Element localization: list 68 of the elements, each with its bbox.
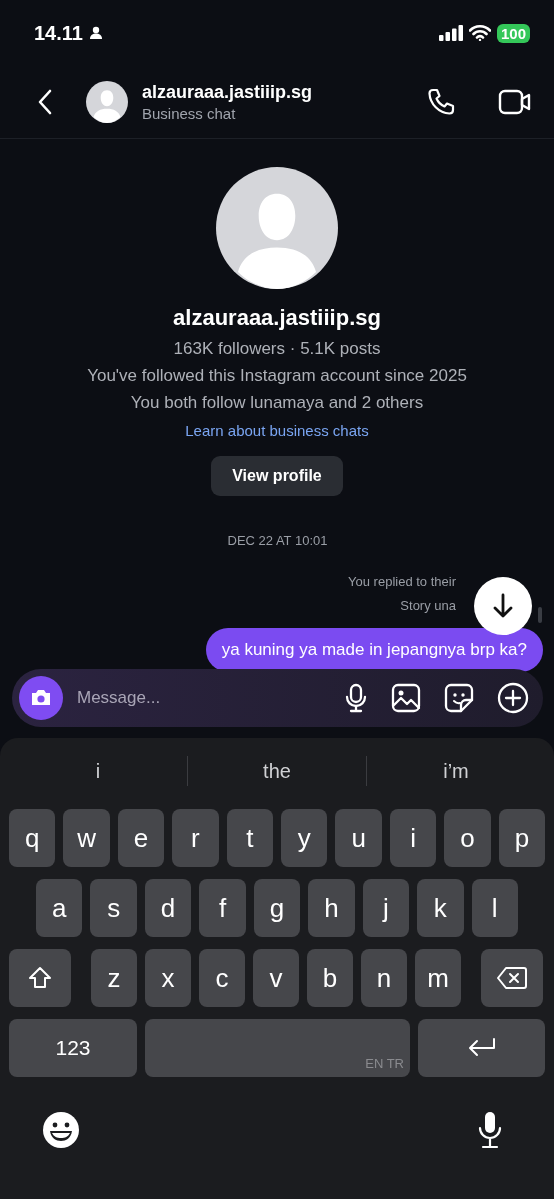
key[interactable]: c xyxy=(199,949,245,1007)
key[interactable]: s xyxy=(90,879,137,937)
key[interactable]: w xyxy=(63,809,110,867)
plus-icon[interactable] xyxy=(497,682,529,714)
camera-button[interactable] xyxy=(19,676,63,720)
message-field[interactable]: Message... xyxy=(75,687,321,709)
delete-key[interactable] xyxy=(481,949,543,1007)
key[interactable]: j xyxy=(362,879,410,937)
signal-icon xyxy=(438,25,463,41)
scrollbar[interactable] xyxy=(538,607,542,623)
battery-indicator: 100 xyxy=(496,23,530,43)
key[interactable]: d xyxy=(144,879,192,937)
key[interactable]: i xyxy=(389,809,437,867)
numbers-key[interactable]: 123 xyxy=(9,1019,137,1077)
message-bubble: ya kuning ya made in jepangnya brp ka? xyxy=(205,628,543,672)
suggestion[interactable]: i’m xyxy=(367,759,545,783)
key[interactable]: e xyxy=(117,809,165,867)
microphone-icon[interactable] xyxy=(344,683,368,713)
key[interactable]: n xyxy=(361,949,407,1007)
return-icon xyxy=(467,1037,496,1059)
scroll-down-button[interactable] xyxy=(474,577,532,635)
follow-info: You've followed this Instagram account since 2025 xyxy=(87,365,467,387)
profile-name: alzauraaa.jastiiip.sg xyxy=(173,305,381,331)
key[interactable]: v xyxy=(253,949,299,1007)
wifi-icon xyxy=(468,25,491,41)
key[interactable]: o xyxy=(444,809,491,867)
business-chat-link[interactable]: Learn about business chats xyxy=(185,422,369,439)
dictation-icon[interactable] xyxy=(477,1111,503,1149)
reply-note: Story una xyxy=(400,597,456,615)
key[interactable]: a xyxy=(36,879,83,937)
key[interactable]: z xyxy=(91,949,137,1007)
key[interactable]: k xyxy=(417,879,464,937)
key[interactable]: h xyxy=(308,879,355,937)
key[interactable]: f xyxy=(199,879,246,937)
video-camera-icon[interactable] xyxy=(498,89,532,115)
contact-name[interactable]: alzauraaa.jastiiip.sg xyxy=(142,82,384,103)
language-label: EN TR xyxy=(365,1056,404,1071)
sticker-icon[interactable] xyxy=(444,683,474,713)
shift-icon xyxy=(28,966,52,990)
key[interactable]: x xyxy=(145,949,191,1007)
key[interactable]: r xyxy=(172,809,219,867)
phone-icon[interactable] xyxy=(426,87,456,117)
key[interactable]: g xyxy=(253,879,301,937)
view-profile-button[interactable]: View profile xyxy=(211,456,343,496)
shift-key[interactable] xyxy=(9,949,71,1007)
mutual-followers: You both follow lunamaya and 2 others xyxy=(130,392,424,414)
key[interactable]: p xyxy=(498,809,546,867)
follower-stats: 163K followers · 5.1K posts xyxy=(173,338,381,360)
key[interactable]: y xyxy=(281,809,328,867)
arrow-down-icon xyxy=(493,593,513,619)
avatar[interactable] xyxy=(86,81,128,123)
delete-icon xyxy=(497,967,527,989)
key[interactable]: t xyxy=(226,809,274,867)
clock-time: 14.11 xyxy=(34,21,83,45)
chat-type-label: Business chat xyxy=(142,105,237,122)
back-icon[interactable] xyxy=(38,89,52,115)
key[interactable]: m xyxy=(415,949,461,1007)
suggestion[interactable]: the xyxy=(188,759,366,783)
emoji-icon[interactable] xyxy=(42,1111,80,1149)
key[interactable]: b xyxy=(307,949,353,1007)
suggestion[interactable]: i xyxy=(9,759,187,783)
timestamp: DEC 22 AT 10:01 xyxy=(227,533,328,548)
key[interactable]: l xyxy=(471,879,518,937)
image-icon[interactable] xyxy=(391,683,421,713)
reply-note: You replied to their xyxy=(348,573,456,591)
person-icon xyxy=(88,26,103,40)
key[interactable]: u xyxy=(335,809,382,867)
key[interactable]: q xyxy=(9,809,56,867)
